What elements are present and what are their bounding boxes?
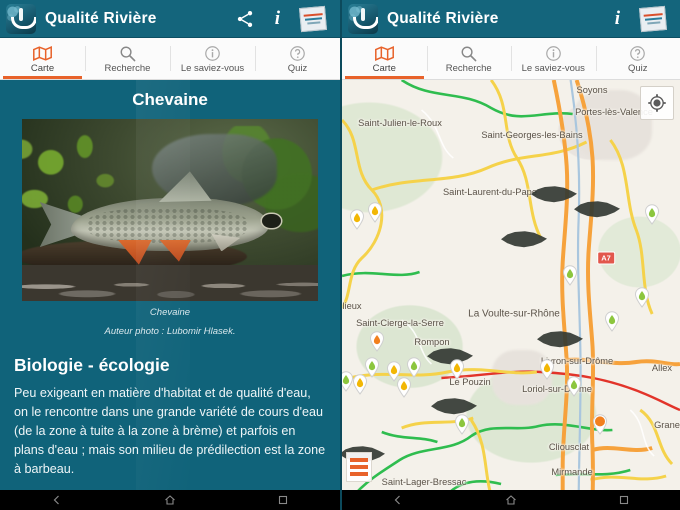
info-circle-icon: [545, 45, 562, 62]
android-nav-bar: [0, 490, 340, 510]
map-roads-and-rivers: [342, 80, 680, 510]
tab-label: Quiz: [627, 63, 648, 74]
tab-recherche[interactable]: Recherche: [85, 38, 170, 79]
water-quality-pin[interactable]: [634, 287, 650, 308]
search-icon: [119, 45, 136, 62]
water-quality-logo-icon: [6, 3, 36, 34]
back-nav-icon[interactable]: [392, 494, 404, 506]
tab-active-underline: [345, 76, 424, 79]
tab-recherche[interactable]: Recherche: [426, 38, 512, 79]
info-circle-icon: [204, 45, 221, 62]
tab-label: Le saviez-vous: [521, 63, 585, 74]
tab-underline: [514, 76, 593, 79]
photo-caption-author: Auteur photo : Lubomir Hlasek.: [104, 325, 236, 337]
map-icon: [374, 45, 394, 62]
tab-label: Quiz: [287, 63, 308, 74]
tab-underline: [430, 76, 509, 79]
tab-le-saviez-vous[interactable]: Le saviez-vous: [511, 38, 596, 79]
home-nav-icon[interactable]: [505, 494, 517, 506]
app-title: Qualité Rivière: [387, 9, 499, 27]
info-icon[interactable]: i: [271, 9, 284, 28]
app-header-bar: Qualité Rivière i: [0, 0, 340, 38]
fish-illustration: [39, 171, 300, 265]
water-quality-pin[interactable]: [369, 331, 385, 352]
recents-nav-icon[interactable]: [618, 494, 630, 506]
share-icon[interactable]: [235, 9, 255, 29]
tab-label: Recherche: [104, 63, 151, 74]
fish-eye: [262, 213, 281, 229]
tab-label: Le saviez-vous: [180, 63, 245, 74]
section-title: Biologie - écologie: [14, 354, 170, 375]
water-quality-pin[interactable]: [592, 414, 608, 435]
water-quality-pin[interactable]: [449, 359, 465, 380]
tab-bar-right: Carte Recherche Le saviez-vous Quiz: [342, 38, 680, 80]
water-quality-pin[interactable]: [644, 204, 660, 225]
map-view[interactable]: Soyons Portes-lès-Valence Saint-Julien-l…: [342, 80, 680, 510]
agence-de-leau-logo-icon[interactable]: [639, 5, 667, 32]
map-icon: [33, 45, 52, 62]
fish-detail-content: Chevaine Chevaine Auteur photo: Lubomir…: [0, 80, 340, 510]
home-nav-icon[interactable]: [164, 494, 176, 506]
tab-label: Recherche: [445, 63, 492, 74]
water-quality-pin[interactable]: [604, 311, 620, 332]
photo-gravel: [22, 264, 318, 301]
section-body-text: Peu exigeant en matière d'habitat et de …: [14, 385, 326, 477]
chub-fish-photo: [22, 119, 318, 301]
android-nav-bar: [342, 490, 680, 510]
left-phone-screen: Qualité Rivière i Carte Recherche Le sav…: [0, 0, 340, 510]
agence-de-leau-logo-icon[interactable]: [299, 5, 327, 32]
photo-container: [0, 119, 340, 301]
tab-quiz[interactable]: Quiz: [255, 38, 340, 79]
crosshair-icon: [648, 94, 666, 112]
back-nav-icon[interactable]: [51, 494, 63, 506]
water-quality-pin[interactable]: [364, 357, 380, 378]
water-quality-pin[interactable]: [367, 202, 383, 223]
tab-underline: [258, 76, 337, 79]
water-quality-pin[interactable]: [396, 377, 412, 398]
tab-underline: [173, 76, 252, 79]
tab-underline: [88, 76, 167, 79]
app-header-bar-right: Qualité Rivière i: [342, 0, 680, 38]
water-quality-pin[interactable]: [454, 414, 470, 435]
water-quality-pin[interactable]: [342, 371, 354, 392]
water-quality-pin[interactable]: [406, 357, 422, 378]
search-icon: [460, 45, 477, 62]
info-icon[interactable]: i: [611, 9, 624, 28]
question-circle-icon: [289, 45, 306, 62]
page-title: Chevaine: [132, 90, 208, 109]
tab-le-saviez-vous[interactable]: Le saviez-vous: [170, 38, 255, 79]
tab-quiz[interactable]: Quiz: [595, 38, 680, 79]
water-quality-pin[interactable]: [539, 359, 555, 380]
tab-label: Carte: [372, 63, 396, 74]
app-title: Qualité Rivière: [45, 9, 157, 27]
water-quality-pin[interactable]: [566, 376, 582, 397]
water-quality-logo-icon: [348, 3, 378, 34]
tab-active-underline: [3, 76, 82, 79]
tab-label: Carte: [30, 63, 55, 74]
legend-button[interactable]: [346, 452, 372, 482]
tab-bar: Carte Recherche Le saviez-vous Quiz: [0, 38, 340, 80]
screenshot-stage: Qualité Rivière i Carte Recherche Le sav…: [0, 0, 680, 510]
water-quality-pin[interactable]: [562, 265, 578, 286]
fish-anal-fin: [117, 239, 152, 265]
road-shield: A7: [597, 251, 615, 265]
my-location-button[interactable]: [640, 86, 674, 120]
recents-nav-icon[interactable]: [277, 494, 289, 506]
tab-carte[interactable]: Carte: [342, 38, 427, 79]
right-phone-screen: Qualité Rivière i Carte Recherche Le sav…: [340, 0, 680, 510]
photo-caption-title: Chevaine: [149, 307, 191, 318]
water-quality-pin[interactable]: [349, 209, 365, 230]
tab-carte[interactable]: Carte: [0, 38, 85, 79]
tab-underline: [599, 76, 678, 79]
question-circle-icon: [629, 45, 646, 62]
